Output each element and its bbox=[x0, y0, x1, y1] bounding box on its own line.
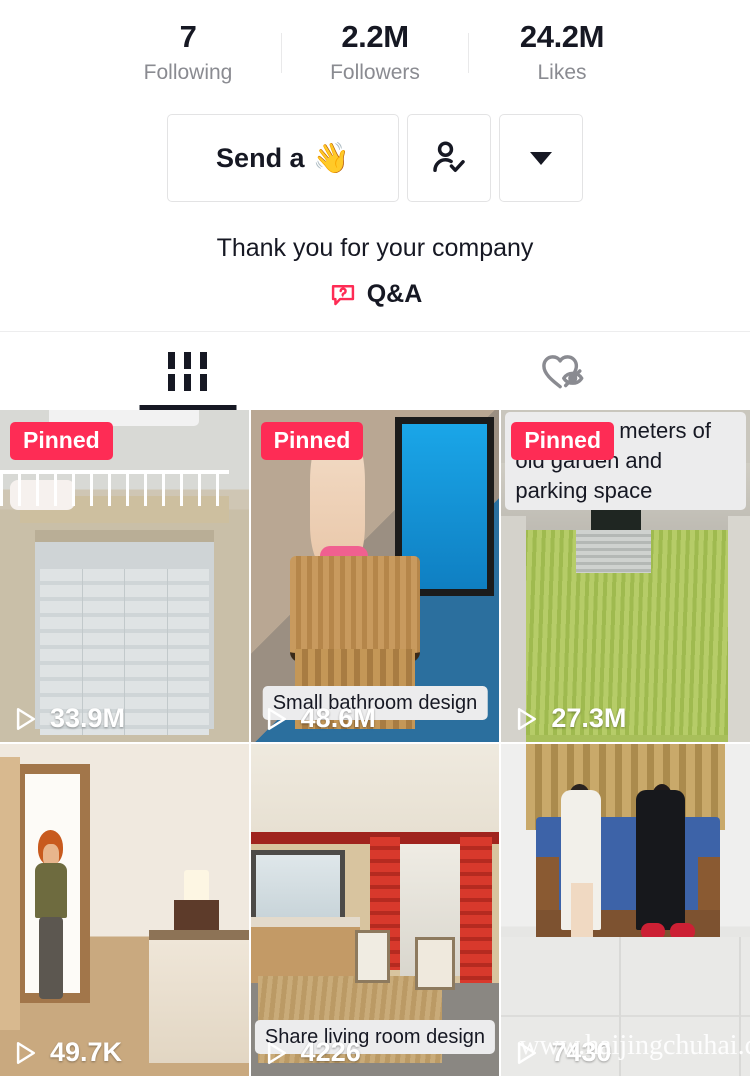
play-triangle-icon bbox=[267, 707, 286, 730]
view-count-group: 49.7K bbox=[10, 1037, 122, 1068]
video-thumbnail bbox=[0, 744, 249, 1076]
view-count: 33.9M bbox=[50, 703, 126, 733]
video-grid: Pinned 33.9M Pinned Small bathroom desig… bbox=[0, 410, 750, 1076]
view-count: 49.7K bbox=[50, 1037, 123, 1067]
likes-label: Likes bbox=[537, 61, 587, 84]
profile-actions: Send a 👋 bbox=[0, 114, 750, 202]
likes-count: 24.2M bbox=[519, 19, 605, 54]
play-triangle-icon bbox=[518, 707, 537, 730]
stat-following[interactable]: 7 Following bbox=[95, 18, 281, 88]
qa-entry[interactable]: Q&A bbox=[0, 280, 750, 309]
pinned-badge: Pinned bbox=[511, 422, 614, 460]
profile-bio: Thank you for your company bbox=[216, 234, 534, 262]
more-options-button[interactable] bbox=[499, 114, 583, 202]
view-count: 27.3M bbox=[551, 703, 627, 733]
video-cell-sofa-couple[interactable]: www.haijingchuhai.com 7430 bbox=[501, 744, 750, 1076]
view-count: 48.6M bbox=[300, 703, 376, 733]
video-cell-small-bathroom[interactable]: Pinned Small bathroom design 48.6M bbox=[250, 410, 500, 742]
tiktok-profile-screen: 7 Following 2.2M Followers 24.2M Likes S… bbox=[0, 0, 750, 1085]
tab-private-liked[interactable] bbox=[375, 332, 750, 410]
play-triangle-icon bbox=[16, 1041, 35, 1064]
follow-status-button[interactable] bbox=[407, 114, 491, 202]
waving-hand-icon: 👋 bbox=[312, 141, 350, 175]
pinned-badge: Pinned bbox=[10, 422, 113, 460]
view-count: 4226 bbox=[300, 1037, 361, 1067]
tab-posts[interactable] bbox=[0, 332, 375, 410]
video-cell-living-room[interactable]: Share living room design 4226 bbox=[250, 744, 500, 1076]
play-triangle-icon bbox=[16, 707, 35, 730]
video-cell-garden-parking[interactable]: 50 square meters of old garden and parki… bbox=[501, 410, 750, 742]
send-message-label: Send a 👋 bbox=[216, 141, 350, 176]
send-message-text: Send a bbox=[216, 142, 305, 173]
chevron-down-icon bbox=[530, 151, 552, 165]
view-count-group: 4226 bbox=[261, 1037, 361, 1068]
video-cell-3d-bedroom[interactable]: 49.7K bbox=[0, 744, 249, 1076]
view-count-group: 27.3M bbox=[511, 703, 626, 734]
profile-stats: 7 Following 2.2M Followers 24.2M Likes bbox=[0, 0, 750, 88]
grid-icon bbox=[168, 351, 207, 391]
pinned-badge: Pinned bbox=[260, 422, 364, 460]
site-watermark: www.haijingchuhai.com bbox=[519, 1030, 750, 1061]
view-count-group: 33.9M bbox=[10, 703, 125, 734]
following-count: 7 bbox=[179, 19, 197, 54]
stat-followers[interactable]: 2.2M Followers bbox=[282, 18, 468, 88]
send-message-button[interactable]: Send a 👋 bbox=[167, 114, 399, 202]
heart-eye-slash-icon bbox=[541, 355, 583, 389]
question-bubble-icon bbox=[331, 284, 354, 305]
view-count-group: 48.6M bbox=[261, 703, 376, 734]
video-cell-loft-bedroom[interactable]: Pinned 33.9M bbox=[0, 410, 249, 742]
followers-count: 2.2M bbox=[341, 19, 409, 54]
play-triangle-icon bbox=[267, 1041, 286, 1064]
profile-tabs bbox=[0, 332, 750, 410]
person-check-icon bbox=[433, 141, 465, 172]
video-thumbnail bbox=[501, 744, 750, 1076]
qa-label: Q&A bbox=[366, 280, 423, 308]
stat-likes[interactable]: 24.2M Likes bbox=[469, 18, 655, 88]
followers-label: Followers bbox=[330, 61, 420, 84]
following-label: Following bbox=[143, 61, 233, 84]
